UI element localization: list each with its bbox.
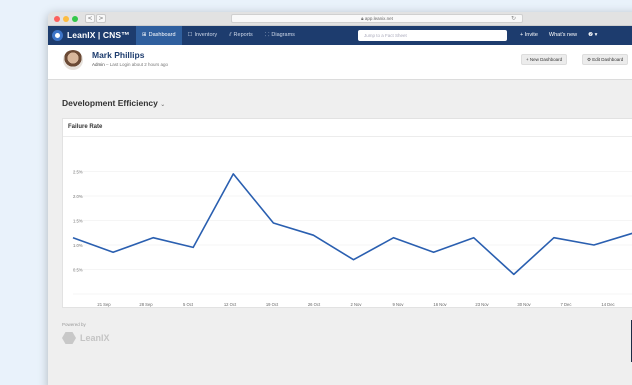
- reload-icon[interactable]: ↻: [511, 15, 516, 23]
- x-tick-label: 12 Oct: [224, 302, 237, 307]
- nav-label: Dashboard: [148, 32, 176, 38]
- x-tick-label: 19 Oct: [266, 302, 279, 307]
- x-tick-label: 5 Oct: [183, 302, 194, 307]
- x-tick-label: 2 Nov: [351, 302, 363, 307]
- inventory-icon: ☐: [187, 32, 193, 38]
- avatar[interactable]: [63, 50, 83, 70]
- app-navbar: LeanIX | CNS™ ⊞ Dashboard ☐ Inventory ⫽ Rep…: [48, 26, 632, 45]
- traffic-lights: [54, 16, 78, 22]
- nav-item-diagrams[interactable]: ⸬ Diagrams: [259, 26, 301, 45]
- lock-icon: 🔒︎: [361, 16, 364, 21]
- profile-header: Mark Phillips Admin – Last Login about 2…: [48, 45, 632, 80]
- y-tick-label: 2.5%: [73, 170, 83, 175]
- forward-button[interactable]: >: [96, 14, 106, 23]
- invite-button[interactable]: + Invite: [520, 26, 538, 45]
- edit-dashboard-button[interactable]: ⚙ Edit Dashboard: [582, 54, 629, 65]
- main-nav: ⊞ Dashboard ☐ Inventory ⫽ Reports ⸬ Diagrams: [136, 26, 301, 45]
- browser-chrome: < > 🔒︎ app.leanix.net ↻: [48, 12, 632, 26]
- dashboard-title-text: Development Efficiency: [62, 98, 158, 108]
- y-tick-label: 0.5%: [73, 268, 83, 273]
- whats-new-link[interactable]: What's new: [549, 26, 577, 45]
- nav-label: Diagrams: [271, 32, 295, 38]
- chart-card: Failure Rate 2.5% 2.0% 1.5% 1.0% 0.5% 21 Sep 2…: [62, 118, 632, 308]
- x-tick-label: 30 Nov: [517, 302, 531, 307]
- nav-label: Inventory: [194, 32, 218, 38]
- y-tick-label: 2.0%: [73, 194, 83, 199]
- x-tick-label: 28 Sep: [139, 302, 153, 307]
- y-tick-label: 1.5%: [73, 219, 83, 224]
- footer-logo-text: LeanIX: [80, 333, 110, 343]
- reports-icon: ⫽: [229, 32, 232, 38]
- nav-item-inventory[interactable]: ☐ Inventory: [182, 26, 224, 45]
- x-tick-label: 9 Nov: [393, 302, 405, 307]
- nav-item-reports[interactable]: ⫽ Reports: [223, 26, 259, 45]
- y-tick-label: 1.0%: [73, 243, 83, 248]
- leanix-footer-logo-icon: [62, 332, 76, 344]
- user-subtitle: Admin – Last Login about 2 hours ago: [92, 62, 168, 67]
- last-login: – Last Login about 2 hours ago: [104, 62, 169, 67]
- dashboard-title[interactable]: Development Efficiency ⌄: [62, 98, 165, 108]
- minimize-window-button[interactable]: [63, 16, 69, 22]
- close-window-button[interactable]: [54, 16, 60, 22]
- x-tick-label: 14 Dec: [601, 302, 614, 307]
- maximize-window-button[interactable]: [72, 16, 78, 22]
- browser-window: < > 🔒︎ app.leanix.net ↻ LeanIX | CNS™ ⊞ D…: [48, 12, 632, 385]
- leanix-logo-icon[interactable]: [52, 30, 63, 41]
- user-role: Admin: [92, 62, 105, 67]
- series-line: [72, 173, 632, 276]
- browser-nav-buttons: < >: [85, 14, 106, 23]
- x-tick-label: 21 Sep: [97, 302, 111, 307]
- url-text: app.leanix.net: [364, 16, 393, 21]
- powered-by-label: Powered by: [62, 322, 86, 327]
- url-bar[interactable]: 🔒︎ app.leanix.net ↻: [231, 14, 523, 23]
- new-dashboard-button[interactable]: + New Dashboard: [521, 54, 568, 65]
- x-tick-label: 16 Nov: [433, 302, 447, 307]
- right-nav: + Invite What's new ❷ ▾: [520, 26, 608, 45]
- failure-rate-chart: 2.5% 2.0% 1.5% 1.0% 0.5% 21 Sep 28 Sep 5 Oct 12 …: [72, 170, 632, 307]
- user-name[interactable]: Mark Phillips: [92, 50, 144, 60]
- search-input[interactable]: Jump to a Fact Sheet: [358, 30, 507, 41]
- chevron-down-icon: ⌄: [160, 101, 166, 108]
- dashboard-icon: ⊞: [142, 32, 147, 38]
- nav-item-dashboard[interactable]: ⊞ Dashboard: [136, 26, 182, 45]
- back-button[interactable]: <: [85, 14, 95, 23]
- x-tick-label: 26 Oct: [308, 302, 321, 307]
- brand-name[interactable]: LeanIX | CNS™: [67, 30, 130, 40]
- help-menu-icon[interactable]: ❷ ▾: [588, 26, 597, 45]
- x-tick-label: 23 Nov: [475, 302, 489, 307]
- nav-label: Reports: [233, 32, 253, 38]
- x-tick-label: 7 Dec: [561, 302, 572, 307]
- diagrams-icon: ⸬: [264, 32, 270, 38]
- footer-logo: LeanIX: [62, 332, 110, 344]
